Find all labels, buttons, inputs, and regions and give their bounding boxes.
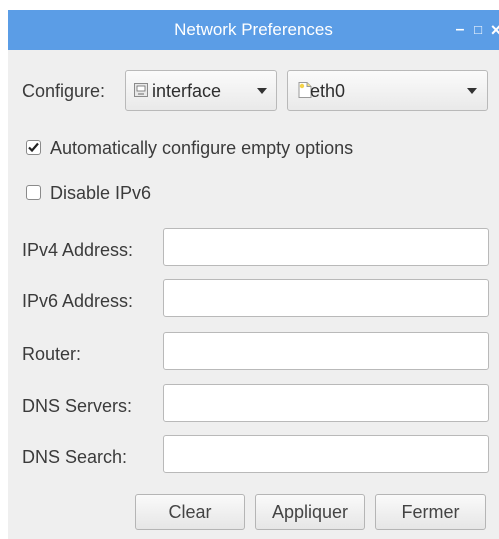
title-bar[interactable]: Network Preferences – □ × bbox=[8, 10, 499, 50]
ipv4-address-input[interactable] bbox=[163, 228, 489, 266]
interface-value: eth0 bbox=[310, 81, 346, 101]
disable-ipv6-label[interactable]: Disable IPv6 bbox=[50, 182, 151, 204]
router-input[interactable] bbox=[163, 332, 489, 370]
dns-search-label: DNS Search: bbox=[22, 447, 128, 467]
chevron-down-icon bbox=[467, 88, 477, 94]
close-button[interactable]: Fermer bbox=[375, 494, 486, 530]
interface-dropdown[interactable]: eth0 bbox=[287, 70, 488, 111]
dns-servers-label: DNS Servers: bbox=[22, 396, 133, 416]
clear-button[interactable]: Clear bbox=[135, 494, 245, 530]
disable-ipv6-checkbox[interactable] bbox=[26, 185, 41, 200]
maximize-button[interactable]: □ bbox=[469, 10, 487, 50]
router-label: Router: bbox=[22, 344, 82, 364]
ipv4-address-label: IPv4 Address: bbox=[22, 240, 134, 260]
network-preferences-window: Network Preferences – □ × Configure: int… bbox=[8, 10, 499, 539]
chevron-down-icon bbox=[257, 88, 267, 94]
close-window-button[interactable]: × bbox=[487, 10, 499, 50]
auto-configure-label[interactable]: Automatically configure empty options bbox=[50, 137, 353, 159]
ipv6-address-label: IPv6 Address: bbox=[22, 291, 134, 311]
window-title: Network Preferences bbox=[174, 20, 333, 39]
dns-servers-input[interactable] bbox=[163, 384, 489, 422]
checkmark-icon bbox=[28, 142, 39, 153]
configure-type-value: interface bbox=[152, 81, 222, 101]
dns-search-input[interactable] bbox=[163, 435, 489, 473]
minimize-button[interactable]: – bbox=[451, 10, 469, 50]
network-interface-icon bbox=[134, 83, 148, 97]
configure-label: Configure: bbox=[22, 81, 106, 101]
configure-type-dropdown[interactable]: interface bbox=[125, 70, 277, 111]
ipv6-address-input[interactable] bbox=[163, 279, 489, 317]
apply-button[interactable]: Appliquer bbox=[255, 494, 365, 530]
auto-configure-checkbox[interactable] bbox=[26, 140, 41, 155]
